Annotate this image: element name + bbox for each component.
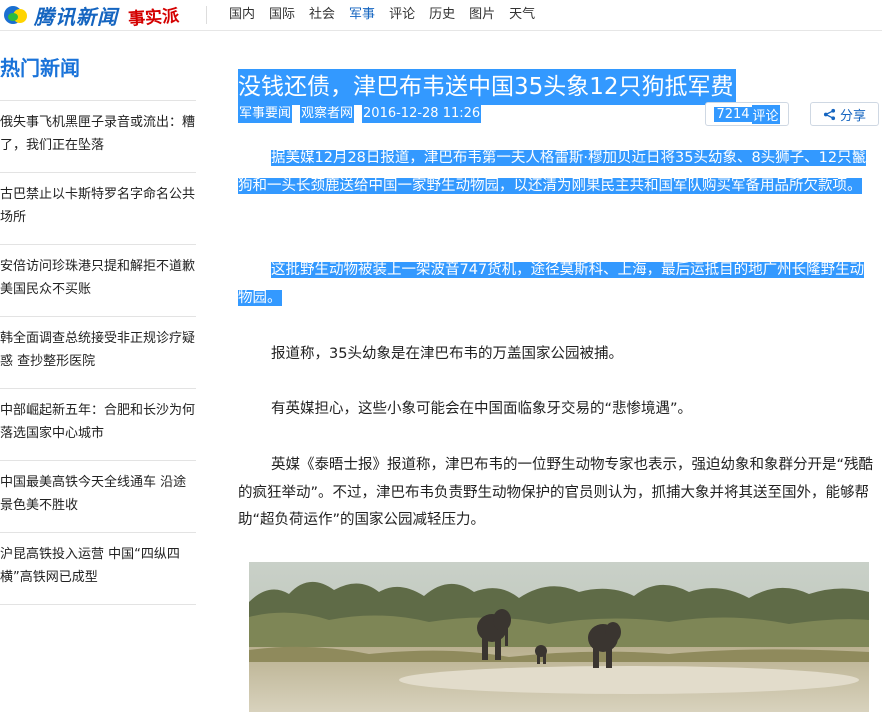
share-icon <box>823 108 836 120</box>
hot-news-item[interactable]: 俄失事飞机黑匣子录音或流出：糟了，我们正在坠落 <box>0 101 196 173</box>
nav-item-military[interactable]: 军事 <box>342 0 382 30</box>
site-logo[interactable]: 腾讯新闻 事实派 <box>0 1 180 30</box>
hot-news-title: 热门新闻 <box>0 30 196 101</box>
selected-text: 据美媒12月28日报道，津巴布韦第一夫人格雷斯·穆加贝近日将35头幼象、8头狮子… <box>238 150 867 194</box>
nav-item-history[interactable]: 历史 <box>422 0 462 30</box>
share-label: 分享 <box>839 108 866 124</box>
nav-divider <box>206 6 207 24</box>
article-photo[interactable] <box>249 562 869 712</box>
nav-item-domestic[interactable]: 国内 <box>222 0 262 30</box>
article-paragraph: 有英媒担心，这些小象可能会在中国面临象牙交易的“悲惨境遇”。 <box>271 401 693 417</box>
nav-item-society[interactable]: 社会 <box>302 0 342 30</box>
share-button[interactable]: 分享 <box>810 102 879 126</box>
hot-news-sidebar: 热门新闻 俄失事飞机黑匣子录音或流出：糟了，我们正在坠落 古巴禁止以卡斯特罗名字… <box>0 30 196 605</box>
logo-text: 腾讯新闻 <box>34 4 118 29</box>
hot-news-item[interactable]: 韩全面调查总统接受非正规诊疗疑惑 查抄整形医院 <box>0 317 196 389</box>
hot-news-item[interactable]: 沪昆高铁投入运营 中国“四纵四横”高铁网已成型 <box>0 533 196 605</box>
article-paragraph: 英媒《泰晤士报》报道称，津巴布韦的一位野生动物专家也表示，强迫幼象和象群分开是“… <box>238 457 874 528</box>
comment-count: 7214 <box>714 106 752 122</box>
article-paragraph: 报道称，35头幼象是在津巴布韦的万盖国家公园被捕。 <box>271 346 623 362</box>
top-nav-bar: 腾讯新闻 事实派 国内 国际 社会 军事 评论 历史 图片 天气 <box>0 0 882 31</box>
hot-news-item[interactable]: 古巴禁止以卡斯特罗名字命名公共场所 <box>0 173 196 245</box>
hot-news-item[interactable]: 中部崛起新五年：合肥和长沙为何落选国家中心城市 <box>0 389 196 461</box>
nav-item-weather[interactable]: 天气 <box>502 0 542 30</box>
logo-subbrand[interactable]: 事实派 <box>127 1 180 30</box>
article-paragraph: 据美媒12月28日报道，津巴布韦第一夫人格雷斯·穆加贝近日将35头幼象、8头狮子… <box>238 145 878 200</box>
nav-item-commentary[interactable]: 评论 <box>382 0 422 30</box>
selected-text: 这批野生动物被装上一架波音747货机，途径莫斯科、上海，最后运抵目的地广州长隆野… <box>238 262 865 306</box>
elephants-photo <box>249 562 869 712</box>
article-source[interactable]: 观察者网 <box>300 105 355 123</box>
hot-news-item[interactable]: 安倍访问珍珠港只提和解拒不道歉 美国民众不买账 <box>0 245 196 317</box>
article-paragraph: 这批野生动物被装上一架波音747货机，途径莫斯科、上海，最后运抵目的地广州长隆野… <box>238 257 878 312</box>
article-category[interactable]: 军事要闻 <box>238 105 293 123</box>
tencent-logo-icon <box>2 4 32 26</box>
article-meta: 军事要闻 观察者网 2016-12-28 11:26 <box>238 105 482 123</box>
article-title: 没钱还债，津巴布韦送中国35头象12只狗抵军费 <box>238 69 736 106</box>
nav-item-international[interactable]: 国际 <box>262 0 302 30</box>
nav-item-photos[interactable]: 图片 <box>462 0 502 30</box>
article-datetime: 2016-12-28 11:26 <box>362 105 482 123</box>
comment-label: 评论 <box>751 104 780 124</box>
hot-news-item[interactable]: 中国最美高铁今天全线通车 沿途景色美不胜收 <box>0 461 196 533</box>
channel-nav: 国内 国际 社会 军事 评论 历史 图片 天气 <box>222 0 542 30</box>
comment-button[interactable]: 7214 评论 <box>705 102 789 126</box>
